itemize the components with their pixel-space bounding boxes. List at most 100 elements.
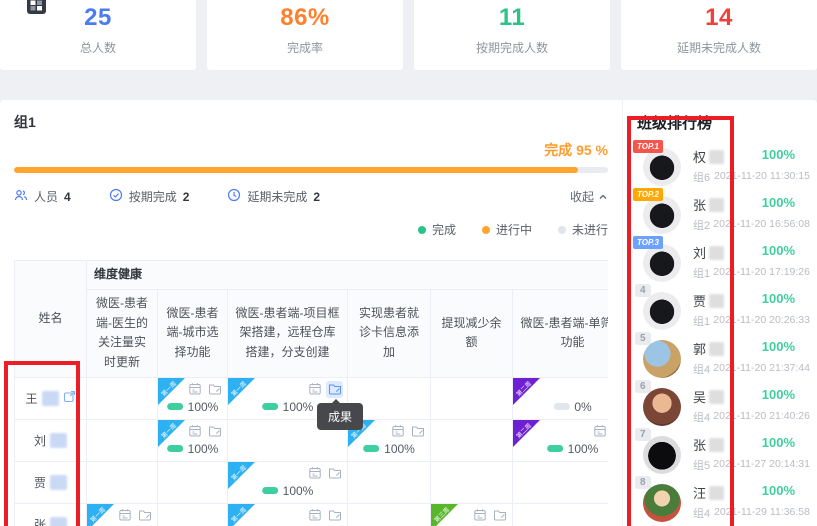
- task-column-header-2: 微医-患者端-项目框架搭建，远程仓库搭建，分支创建: [228, 289, 348, 377]
- name-column-header: 姓名: [15, 261, 87, 378]
- rank-name: 贾: [693, 291, 724, 310]
- complete-label: 完成: [544, 142, 572, 158]
- ranking-list: TOP.1权组6100%2021-11-20 11:30:15TOP.2张组21…: [637, 143, 817, 526]
- ranking-list-item[interactable]: TOP.1权组6100%2021-11-20 11:30:15: [637, 143, 817, 191]
- schedule-icon[interactable]: [186, 423, 203, 440]
- task-cell: 第三周100%: [431, 503, 513, 526]
- results-tooltip: 成果: [317, 403, 363, 430]
- student-name: 王: [25, 390, 75, 407]
- rank-name: 张: [693, 435, 724, 454]
- clock-icon: [227, 188, 247, 205]
- rank-name-redaction: [709, 486, 724, 500]
- results-icon[interactable]: [206, 423, 223, 440]
- rank-name-text: 郭: [693, 339, 706, 358]
- ranking-list-item[interactable]: 7张组5100%2021-11-27 20:14:31: [637, 431, 817, 479]
- avatar: [643, 484, 681, 522]
- progress-pill-row: 100%: [167, 400, 219, 414]
- status-pill: [167, 403, 183, 410]
- collapse-button[interactable]: 收起: [570, 188, 608, 205]
- ranking-sidebar: 班级排行榜 TOP.1权组6100%2021-11-20 11:30:15TOP…: [622, 100, 817, 526]
- student-name-cell: 贾: [15, 461, 87, 503]
- status-legend: 完成进行中未进行: [14, 221, 608, 238]
- rank-name: 郭: [693, 339, 724, 358]
- task-cell: [158, 503, 228, 526]
- table-row: 刘第一周100%第一周100%第二周100%: [15, 419, 609, 461]
- task-cell: 第一周100%: [228, 461, 348, 503]
- ranking-list-item[interactable]: TOP.3刘组1100%2021-11-20 17:19:26: [637, 239, 817, 287]
- results-icon[interactable]: [326, 465, 343, 482]
- rank-timestamp: 2021-11-29 11:36:58: [714, 506, 810, 518]
- progress-pill-row: 100%: [167, 442, 219, 456]
- schedule-icon[interactable]: [306, 381, 323, 398]
- results-icon[interactable]: [491, 507, 508, 524]
- task-column-header-3: 实现患者就诊卡信息添加: [348, 289, 431, 377]
- progress-pill-row: 100%: [547, 442, 599, 456]
- percent-text: 0%: [574, 400, 591, 414]
- stat-label: 按期完成人数: [414, 39, 610, 56]
- results-icon[interactable]: [409, 423, 426, 440]
- student-name-cell: 王: [15, 377, 87, 419]
- student-name-cell: 张: [15, 503, 87, 526]
- results-icon[interactable]: [206, 381, 223, 398]
- table-row: 张第一周100%第一周100%第三周100%: [15, 503, 609, 526]
- rank-name: 汪: [693, 483, 724, 502]
- name-text: 张: [34, 516, 46, 526]
- legend-label: 进行中: [496, 221, 532, 238]
- rank-name-redaction: [709, 294, 724, 308]
- rank-timestamp: 2021-11-20 17:19:26: [713, 266, 810, 278]
- ranking-list-item[interactable]: 4贾组1100%2021-11-20 20:26:33: [637, 287, 817, 335]
- meta-label: 按期完成: [129, 188, 177, 205]
- rank-name-redaction: [709, 150, 724, 164]
- schedule-icon[interactable]: [389, 423, 406, 440]
- group-progress-fill: [14, 167, 578, 173]
- stat-card-3: 14延期未完成人数: [621, 0, 817, 70]
- group-progress-bar: [14, 167, 608, 173]
- task-cell: [348, 503, 431, 526]
- cell-actions: [186, 381, 223, 398]
- schedule-icon[interactable]: [471, 507, 488, 524]
- status-pill: [262, 403, 278, 410]
- dimension-header-row: 姓名 维度健康: [15, 261, 609, 290]
- legend-dot: [558, 226, 566, 234]
- rank-timestamp: 2021-11-20 11:30:15: [714, 170, 810, 182]
- open-detail-icon[interactable]: [63, 390, 76, 406]
- schedule-icon[interactable]: [306, 507, 323, 524]
- cell-actions: [306, 465, 343, 482]
- task-cell: [513, 461, 609, 503]
- rank-name-text: 张: [693, 195, 706, 214]
- ranking-list-item[interactable]: 6吴组4100%2021-11-20 21:40:26: [637, 383, 817, 431]
- percent-text: 100%: [188, 442, 219, 456]
- meta-label: 延期未完成: [247, 188, 307, 205]
- progress-pill-row: 100%: [262, 484, 314, 498]
- progress-pill-row: 0%: [553, 400, 591, 414]
- ranking-list-item[interactable]: TOP.2张组2100%2021-11-20 16:56:08: [637, 191, 817, 239]
- screenshot-tool-icon[interactable]: [27, 0, 46, 14]
- legend-item-未进行: 未进行: [558, 221, 608, 238]
- results-icon[interactable]: [326, 507, 343, 524]
- rank-name: 吴: [693, 387, 724, 406]
- task-cell: [431, 377, 513, 419]
- rank-percent: 100%: [762, 483, 795, 498]
- schedule-icon[interactable]: [591, 423, 608, 440]
- cell-actions: [116, 507, 153, 524]
- schedule-icon[interactable]: [186, 381, 203, 398]
- task-cell: [158, 461, 228, 503]
- cell-actions: [389, 423, 426, 440]
- ranking-list-item[interactable]: 8汪组4100%2021-11-29 11:36:58: [637, 479, 817, 526]
- avatar: [643, 196, 681, 234]
- rank-badge: 4: [635, 284, 651, 297]
- rank-name-redaction: [709, 246, 724, 260]
- ranking-list-item[interactable]: 5郭组4100%2021-11-20 21:37:44: [637, 335, 817, 383]
- percent-text: 100%: [188, 400, 219, 414]
- rank-name-text: 刘: [693, 243, 706, 262]
- results-icon[interactable]: [136, 507, 153, 524]
- stat-label: 延期未完成人数: [621, 39, 817, 56]
- collapse-label: 收起: [570, 188, 594, 205]
- meta-item-按期完成: 按期完成2: [109, 188, 190, 205]
- meta-count: 4: [64, 190, 71, 204]
- schedule-icon[interactable]: [116, 507, 133, 524]
- schedule-icon[interactable]: [306, 465, 323, 482]
- task-cell: 第二周100%: [513, 419, 609, 461]
- rank-percent: 100%: [762, 147, 795, 162]
- legend-label: 未进行: [572, 221, 608, 238]
